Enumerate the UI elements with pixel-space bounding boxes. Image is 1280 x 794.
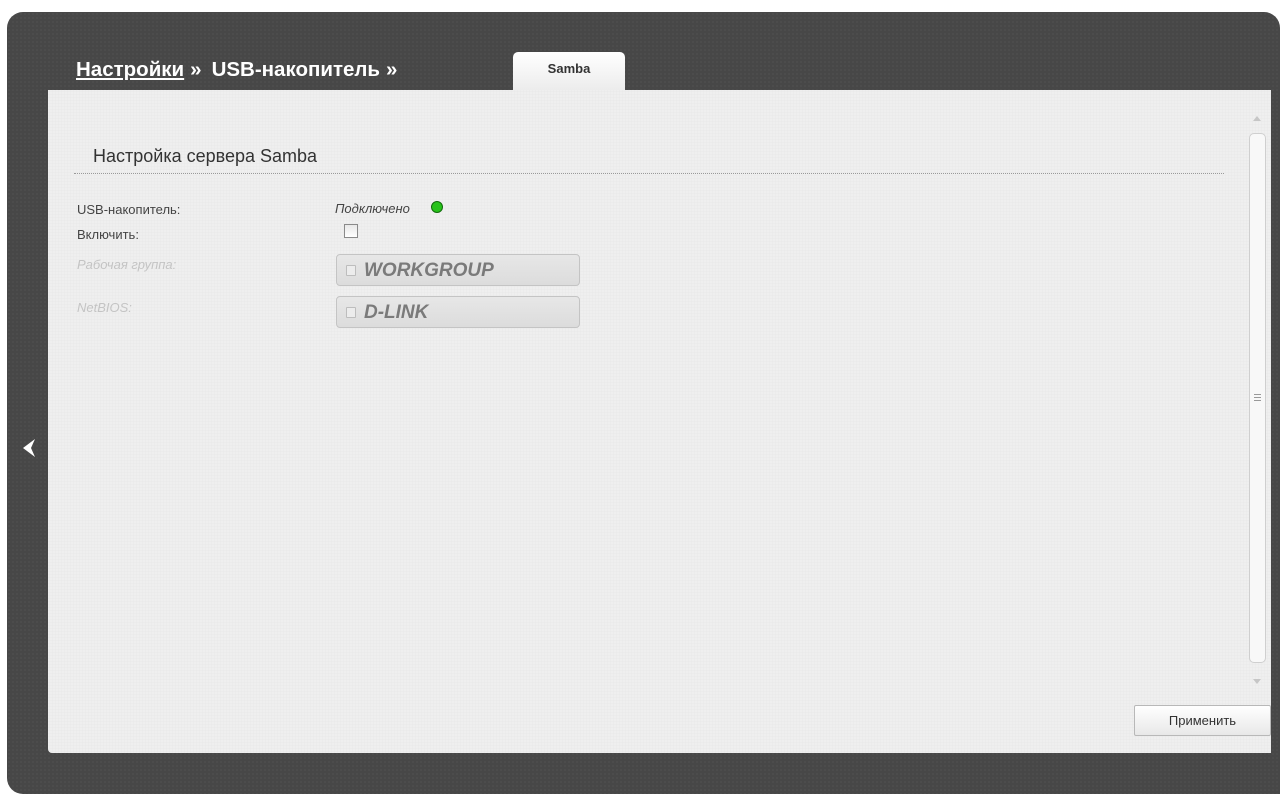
usb-storage-label: USB-накопитель: — [77, 202, 181, 217]
breadcrumb-separator: » — [386, 58, 398, 81]
netbios-label: NetBIOS: — [77, 300, 132, 315]
netbios-input[interactable]: D-LINK — [336, 296, 580, 328]
usb-status-value: Подключено — [335, 201, 410, 216]
status-indicator-icon — [431, 201, 443, 213]
scroll-up-arrow-icon[interactable] — [1253, 116, 1261, 121]
enable-checkbox[interactable] — [344, 224, 358, 238]
tab-samba[interactable]: Samba — [513, 52, 625, 90]
enable-label: Включить: — [77, 227, 139, 242]
scroll-thumb[interactable] — [1249, 133, 1266, 663]
workgroup-label: Рабочая группа: — [77, 257, 177, 272]
breadcrumb-settings-link[interactable]: Настройки — [76, 58, 184, 81]
workgroup-input[interactable]: WORKGROUP — [336, 254, 580, 286]
scroll-down-arrow-icon[interactable] — [1253, 679, 1261, 684]
content-panel — [48, 90, 1271, 753]
section-title: Настройка сервера Samba — [93, 146, 318, 166]
grip-line — [1254, 394, 1261, 395]
breadcrumb-usb-storage[interactable]: USB-накопитель — [212, 58, 380, 81]
section-divider — [74, 173, 1224, 174]
lock-icon — [346, 307, 356, 318]
netbios-value: D-LINK — [364, 302, 429, 323]
apply-button[interactable]: Применить — [1134, 705, 1271, 736]
vertical-scrollbar[interactable] — [1246, 110, 1270, 688]
grip-line — [1254, 397, 1261, 398]
back-arrow-icon[interactable] — [18, 436, 42, 460]
breadcrumb: Настройки » USB-накопитель » — [76, 58, 407, 82]
lock-icon — [346, 265, 356, 276]
breadcrumb-separator: » — [190, 58, 202, 81]
grip-line — [1254, 400, 1261, 401]
workgroup-value: WORKGROUP — [364, 260, 494, 281]
